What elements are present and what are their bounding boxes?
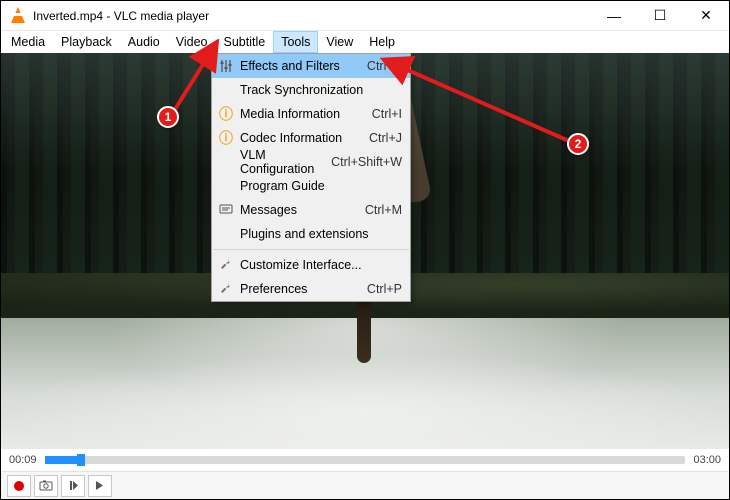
menuitem-program-guide[interactable]: Program Guide	[212, 174, 410, 198]
menu-view[interactable]: View	[318, 31, 361, 53]
snapshot-button[interactable]	[34, 475, 58, 497]
menu-playback[interactable]: Playback	[53, 31, 120, 53]
window-titlebar: Inverted.mp4 - VLC media player — ☐ ✕	[1, 1, 729, 31]
loop-a-button[interactable]	[61, 475, 85, 497]
playback-controls	[1, 471, 729, 499]
record-button[interactable]	[7, 475, 31, 497]
seek-thumb[interactable]	[77, 454, 85, 466]
minimize-button[interactable]: —	[591, 1, 637, 31]
sliders-icon	[216, 56, 236, 76]
menuitem-vlm-config[interactable]: VLM Configuration Ctrl+Shift+W	[212, 150, 410, 174]
time-elapsed: 00:09	[9, 454, 37, 466]
menuitem-codec-information[interactable]: ⓘ Codec Information Ctrl+J	[212, 126, 410, 150]
menu-audio[interactable]: Audio	[120, 31, 168, 53]
menu-tools[interactable]: Tools	[273, 31, 318, 53]
menuitem-shortcut: Ctrl+E	[357, 59, 402, 73]
menuitem-customize-interface[interactable]: Customize Interface...	[212, 253, 410, 277]
menu-media[interactable]: Media	[3, 31, 53, 53]
menuitem-track-sync[interactable]: Track Synchronization	[212, 78, 410, 102]
seek-progress	[45, 456, 77, 464]
annotation-callout-2: 2	[567, 133, 589, 155]
seek-bar: 00:09 03:00	[1, 449, 729, 471]
menuitem-media-information[interactable]: ⓘ Media Information Ctrl+I	[212, 102, 410, 126]
menuitem-effects-and-filters[interactable]: Effects and Filters Ctrl+E	[212, 54, 410, 78]
vlc-cone-icon	[9, 7, 27, 25]
maximize-button[interactable]: ☐	[637, 1, 683, 31]
annotation-callout-1: 1	[157, 106, 179, 128]
menu-help[interactable]: Help	[361, 31, 403, 53]
tools-dropdown: Effects and Filters Ctrl+E Track Synchro…	[211, 53, 411, 302]
menuitem-label: Effects and Filters	[236, 59, 357, 73]
menu-video[interactable]: Video	[168, 31, 216, 53]
menu-separator	[213, 249, 409, 250]
window-title: Inverted.mp4 - VLC media player	[33, 9, 591, 23]
messages-icon	[216, 200, 236, 220]
seek-track[interactable]	[45, 456, 686, 464]
info-icon: ⓘ	[216, 104, 236, 124]
menuitem-plugins[interactable]: Plugins and extensions	[212, 222, 410, 246]
close-button[interactable]: ✕	[683, 1, 729, 31]
frame-step-button[interactable]	[88, 475, 112, 497]
menuitem-preferences[interactable]: Preferences Ctrl+P	[212, 277, 410, 301]
menubar: Media Playback Audio Video Subtitle Tool…	[1, 31, 729, 53]
time-total: 03:00	[693, 454, 721, 466]
wrench-icon	[216, 279, 236, 299]
info-icon: ⓘ	[216, 128, 236, 148]
menu-subtitle[interactable]: Subtitle	[216, 31, 274, 53]
wrench-icon	[216, 255, 236, 275]
menuitem-messages[interactable]: Messages Ctrl+M	[212, 198, 410, 222]
